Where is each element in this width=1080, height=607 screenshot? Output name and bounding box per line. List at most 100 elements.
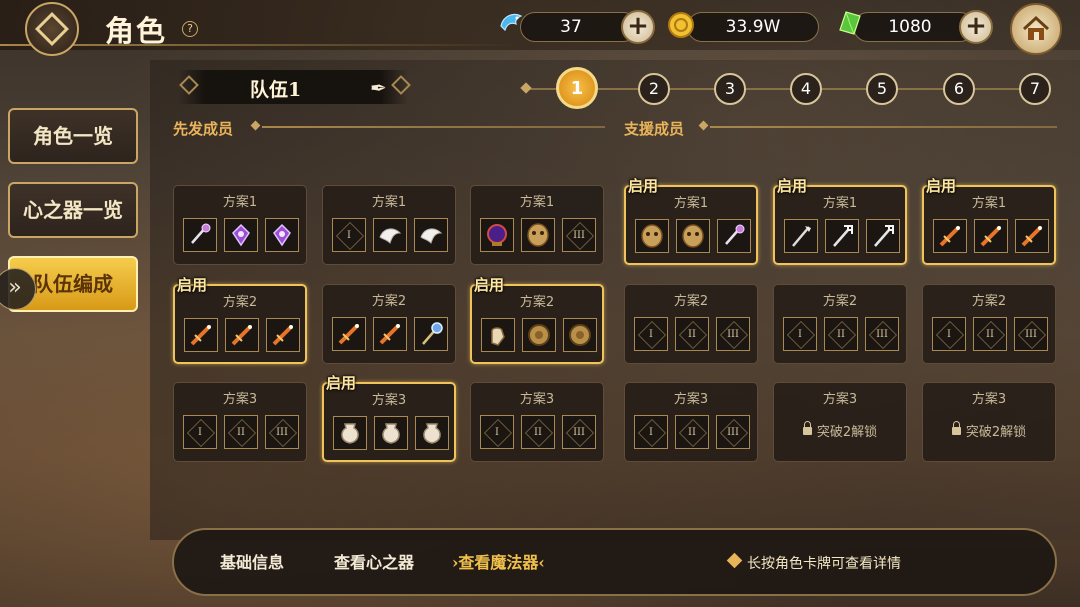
formation-card[interactable]: 启用 方案2 [470,276,604,364]
formation-card[interactable]: 方案2 I II III [624,284,758,364]
amulet-icon[interactable] [265,218,299,252]
empty-slot[interactable]: III [265,415,299,449]
empty-slot[interactable]: II [224,415,258,449]
empty-slot[interactable]: III [865,317,899,351]
team-name: 队伍1 [250,79,302,101]
sidebar-item-character-list[interactable]: 角色一览 [8,108,138,164]
formation-card[interactable]: 方案2 [322,284,456,364]
formation-card[interactable]: 方案3 突破2解锁 [773,382,907,462]
scepter-icon[interactable] [414,317,448,351]
sword-icon[interactable] [1015,219,1049,253]
sword-icon[interactable] [933,219,967,253]
trident-icon[interactable] [825,219,859,253]
home-button[interactable] [1010,3,1062,55]
formation-card[interactable]: 方案2 I II III [922,284,1056,364]
sidebar-item-heart-vessel-list[interactable]: 心之器一览 [8,182,138,238]
sword-icon[interactable] [974,219,1008,253]
formation-card[interactable]: 方案1 [173,185,307,265]
empty-slot[interactable]: II [973,317,1007,351]
formation-card[interactable]: 方案3 I II III [470,382,604,462]
empty-slot[interactable]: II [521,415,555,449]
orb-icon[interactable] [480,218,514,252]
formation-card[interactable]: 方案3 I II III [173,382,307,462]
empty-slot[interactable]: I [634,317,668,351]
tab-view-heart-vessel[interactable]: 查看心之器 [334,549,414,573]
slot-number: II [688,328,696,340]
staff-icon[interactable] [784,219,818,253]
gauntlet-icon[interactable] [481,318,515,352]
card-label: 方案3 [519,392,555,407]
formation-card[interactable]: 启用 方案3 [322,374,456,462]
empty-slot[interactable]: I [932,317,966,351]
slot-row: I II III [480,415,596,451]
lock-icon [802,421,812,435]
empty-slot[interactable]: I [183,415,217,449]
add-blue-fish-button[interactable]: + [621,10,655,44]
card-label: 方案3 [822,392,858,407]
slot-row: I II III [932,317,1048,353]
empty-slot[interactable]: I [634,415,668,449]
empty-slot[interactable]: III [562,218,596,252]
empty-slot[interactable]: II [675,415,709,449]
formation-card[interactable]: 方案2 I II III [773,284,907,364]
empty-slot[interactable]: III [562,415,596,449]
mask-icon[interactable] [676,219,710,253]
bird-icon[interactable] [414,218,448,252]
formation-card[interactable]: 方案1 I [322,185,456,265]
trident-icon[interactable] [866,219,900,253]
page-dot-7[interactable]: 7 [1019,73,1051,105]
formation-card[interactable]: 方案1 III [470,185,604,265]
urn-icon[interactable] [374,416,408,450]
urn-icon[interactable] [415,416,449,450]
page-dot-3[interactable]: 3 [714,73,746,105]
empty-slot[interactable]: I [480,415,514,449]
amulet-icon[interactable] [224,218,258,252]
page-dot-1[interactable]: 1 [556,67,598,109]
page-dot-2[interactable]: 2 [638,73,670,105]
formation-card[interactable]: 方案3 突破2解锁 [922,382,1056,462]
quill-edit-icon[interactable]: ✒ [370,76,387,100]
empty-slot[interactable]: I [783,317,817,351]
empty-slot[interactable]: III [716,317,750,351]
formation-card[interactable]: 启用 方案1 [773,177,907,265]
empty-slot[interactable]: III [1014,317,1048,351]
unlock-condition: 突破2解锁 [965,425,1027,440]
add-green-crystal-button[interactable]: + [959,10,993,44]
page-dot-4[interactable]: 4 [790,73,822,105]
formation-card[interactable]: 启用 方案2 [173,276,307,364]
card-label: 方案2 [371,294,407,309]
empty-slot[interactable]: III [716,415,750,449]
tab-view-magic-device[interactable]: ›查看魔法器‹ [452,549,545,573]
mask-icon[interactable] [635,219,669,253]
empty-slot[interactable]: II [824,317,858,351]
hint-text: 长按角色卡牌可查看详情 [747,556,901,572]
slot-number: II [837,328,845,340]
sword-icon[interactable] [373,317,407,351]
empty-slot[interactable]: I [332,218,366,252]
bird-icon[interactable] [373,218,407,252]
formation-card[interactable]: 启用 方案1 [922,177,1056,265]
wand-icon[interactable] [183,218,217,252]
empty-slot[interactable]: II [675,317,709,351]
page-dot-5[interactable]: 5 [866,73,898,105]
sword-icon[interactable] [332,317,366,351]
formation-card[interactable]: 启用 方案1 [624,177,758,265]
menu-button[interactable] [25,2,79,56]
shield-icon[interactable] [522,318,556,352]
slot-row: III [480,218,596,254]
sword-icon[interactable] [266,318,300,352]
urn-icon[interactable] [333,416,367,450]
wand-icon[interactable] [717,219,751,253]
tab-basic-info[interactable]: 基础信息 [220,549,284,573]
home-icon [1022,15,1050,40]
slot-row: I [332,218,448,254]
sword-icon[interactable] [184,318,218,352]
page-dot-6[interactable]: 6 [943,73,975,105]
card-label: 方案3 [971,392,1007,407]
mask-icon[interactable] [521,218,555,252]
shield-icon[interactable] [563,318,597,352]
formation-card[interactable]: 方案3 I II III [624,382,758,462]
section-title-starters: 先发成员 [173,120,234,138]
sword-icon[interactable] [225,318,259,352]
help-icon[interactable]: ? [182,21,198,37]
